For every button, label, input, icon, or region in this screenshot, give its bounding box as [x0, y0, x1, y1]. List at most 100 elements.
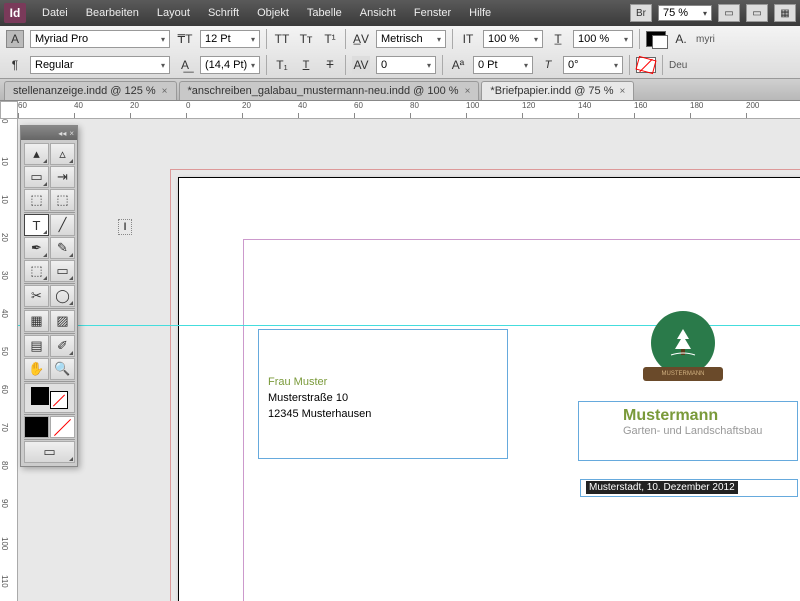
- gap-tool[interactable]: ⇥: [50, 166, 75, 188]
- vscale-select[interactable]: 100 %: [483, 30, 543, 48]
- menu-datei[interactable]: Datei: [34, 3, 76, 23]
- kerning-icon: A̲V: [352, 30, 370, 48]
- text-cursor-icon: I: [118, 219, 132, 235]
- page-tool[interactable]: ▭: [24, 166, 49, 188]
- charstyle-icon[interactable]: A.: [672, 30, 690, 48]
- baseline-select[interactable]: 0 Pt: [473, 56, 533, 74]
- underline-icon[interactable]: T: [297, 56, 315, 74]
- ruler-horizontal[interactable]: 604020020406080100120140160180200: [18, 101, 800, 119]
- close-icon[interactable]: ×: [162, 86, 168, 97]
- vscale-icon: IT: [459, 30, 477, 48]
- note-tool[interactable]: ▤: [24, 335, 49, 357]
- tools-panel[interactable]: ◂◂ × ▴ ▵ ▭ ⇥ ⬚ ⬚ T ╱ ✒ ✎ ⬚ ▭ ✂ ◯ ▦ ▨ ▤ ✐…: [20, 125, 78, 467]
- kerning-select[interactable]: Metrisch: [376, 30, 446, 48]
- fill-color-swatch[interactable]: [646, 31, 666, 47]
- content-collector-tool[interactable]: ⬚: [24, 189, 49, 211]
- gradient-feather-tool[interactable]: ▨: [50, 310, 75, 332]
- zoom-tool[interactable]: 🔍: [50, 358, 75, 380]
- leading-select[interactable]: (14,4 Pt): [200, 56, 260, 74]
- font-short-label: myri: [696, 34, 715, 45]
- rectangle-tool[interactable]: ▭: [50, 260, 75, 282]
- date-text-selected[interactable]: Musterstadt, 10. Dezember 2012: [586, 481, 738, 494]
- allcaps-icon[interactable]: TT: [273, 30, 291, 48]
- eyedropper-tool[interactable]: ✐: [50, 335, 75, 357]
- menu-bearbeiten[interactable]: Bearbeiten: [78, 3, 147, 23]
- company-logo[interactable]: MUSTERMANN: [643, 311, 723, 391]
- tab-stellenanzeige[interactable]: stellenanzeige.indd @ 125 %×: [4, 81, 177, 100]
- company-name: Mustermann: [623, 407, 762, 425]
- menubar: Id Datei Bearbeiten Layout Schrift Objek…: [0, 0, 800, 26]
- tracking-icon: AV: [352, 56, 370, 74]
- hand-tool[interactable]: ✋: [24, 358, 49, 380]
- superscript-icon[interactable]: T¹: [321, 30, 339, 48]
- fill-stroke-swatch[interactable]: [24, 383, 75, 413]
- selection-tool[interactable]: ▴: [24, 143, 49, 165]
- company-text[interactable]: Mustermann Garten- und Landschaftsbau: [623, 407, 762, 437]
- menu-ansicht[interactable]: Ansicht: [352, 3, 404, 23]
- stroke-color-swatch[interactable]: [636, 57, 656, 73]
- ruler-origin[interactable]: [0, 101, 18, 119]
- address-text[interactable]: Frau Muster Musterstraße 10 12345 Muster…: [268, 374, 371, 422]
- skew-icon: T: [539, 56, 557, 74]
- workspace: 604020020406080100120140160180200 010102…: [0, 101, 800, 601]
- menu-tabelle[interactable]: Tabelle: [299, 3, 350, 23]
- font-size-select[interactable]: 12 Pt: [200, 30, 260, 48]
- pen-tool[interactable]: ✒: [24, 237, 49, 259]
- type-tool[interactable]: T: [24, 214, 49, 236]
- document-tabs: stellenanzeige.indd @ 125 %× *anschreibe…: [0, 79, 800, 101]
- apply-color[interactable]: [24, 416, 49, 438]
- leading-icon: A͟: [176, 56, 194, 74]
- bridge-icon[interactable]: Br: [630, 4, 652, 22]
- menu-layout[interactable]: Layout: [149, 3, 198, 23]
- tab-anschreiben[interactable]: *anschreiben_galabau_mustermann-neu.indd…: [179, 81, 480, 100]
- recipient-street: Musterstraße 10: [268, 390, 371, 406]
- menu-fenster[interactable]: Fenster: [406, 3, 459, 23]
- panel-header[interactable]: ◂◂ ×: [21, 126, 77, 140]
- rectangle-frame-tool[interactable]: ⬚: [24, 260, 49, 282]
- canvas[interactable]: Frau Muster Musterstraße 10 12345 Muster…: [18, 119, 800, 601]
- menu-objekt[interactable]: Objekt: [249, 3, 297, 23]
- screen-mode-icon[interactable]: ▭: [746, 4, 768, 22]
- zoom-level[interactable]: 75 %: [658, 5, 712, 21]
- tracking-select[interactable]: 0: [376, 56, 436, 74]
- menu-schrift[interactable]: Schrift: [200, 3, 247, 23]
- baseline-icon: Aª: [449, 56, 467, 74]
- hscale-icon: T̲: [549, 30, 567, 48]
- apply-none[interactable]: [50, 416, 75, 438]
- collapse-icon[interactable]: ◂◂: [58, 129, 66, 138]
- view-mode-toggle[interactable]: ▭: [24, 441, 75, 463]
- arrange-icon[interactable]: ▦: [774, 4, 796, 22]
- control-panel: A Myriad Pro ₸T 12 Pt TT Tᴛ T¹ A̲V Metri…: [0, 26, 800, 79]
- app-logo: Id: [4, 3, 26, 23]
- scissors-tool[interactable]: ✂: [24, 285, 49, 307]
- lang-label: Deu: [669, 60, 687, 71]
- gradient-swatch-tool[interactable]: ▦: [24, 310, 49, 332]
- strike-icon[interactable]: T: [321, 56, 339, 74]
- view-options-icon[interactable]: ▭: [718, 4, 740, 22]
- ruler-vertical[interactable]: 010102030405060708090100110120: [0, 119, 18, 601]
- free-transform-tool[interactable]: ◯: [50, 285, 75, 307]
- close-icon[interactable]: ×: [620, 86, 626, 97]
- font-size-icon: ₸T: [176, 30, 194, 48]
- smallcaps-icon[interactable]: Tᴛ: [297, 30, 315, 48]
- char-format-icon[interactable]: A: [6, 30, 24, 48]
- direct-selection-tool[interactable]: ▵: [50, 143, 75, 165]
- font-style-select[interactable]: Regular: [30, 56, 170, 74]
- logo-tree-icon: [651, 311, 715, 375]
- hscale-select[interactable]: 100 %: [573, 30, 633, 48]
- skew-select[interactable]: 0°: [563, 56, 623, 74]
- close-icon[interactable]: ×: [465, 86, 471, 97]
- close-icon[interactable]: ×: [69, 129, 74, 138]
- pencil-tool[interactable]: ✎: [50, 237, 75, 259]
- logo-banner: MUSTERMANN: [643, 367, 723, 381]
- subscript-icon[interactable]: T₁: [273, 56, 291, 74]
- recipient-name: Frau Muster: [268, 374, 371, 390]
- company-sub: Garten- und Landschaftsbau: [623, 425, 762, 437]
- font-family-select[interactable]: Myriad Pro: [30, 30, 170, 48]
- menu-hilfe[interactable]: Hilfe: [461, 3, 499, 23]
- tab-briefpapier[interactable]: *Briefpapier.indd @ 75 %×: [481, 81, 634, 100]
- recipient-city: 12345 Musterhausen: [268, 406, 371, 422]
- content-placer-tool[interactable]: ⬚: [50, 189, 75, 211]
- para-format-icon[interactable]: ¶: [6, 56, 24, 74]
- line-tool[interactable]: ╱: [50, 214, 75, 236]
